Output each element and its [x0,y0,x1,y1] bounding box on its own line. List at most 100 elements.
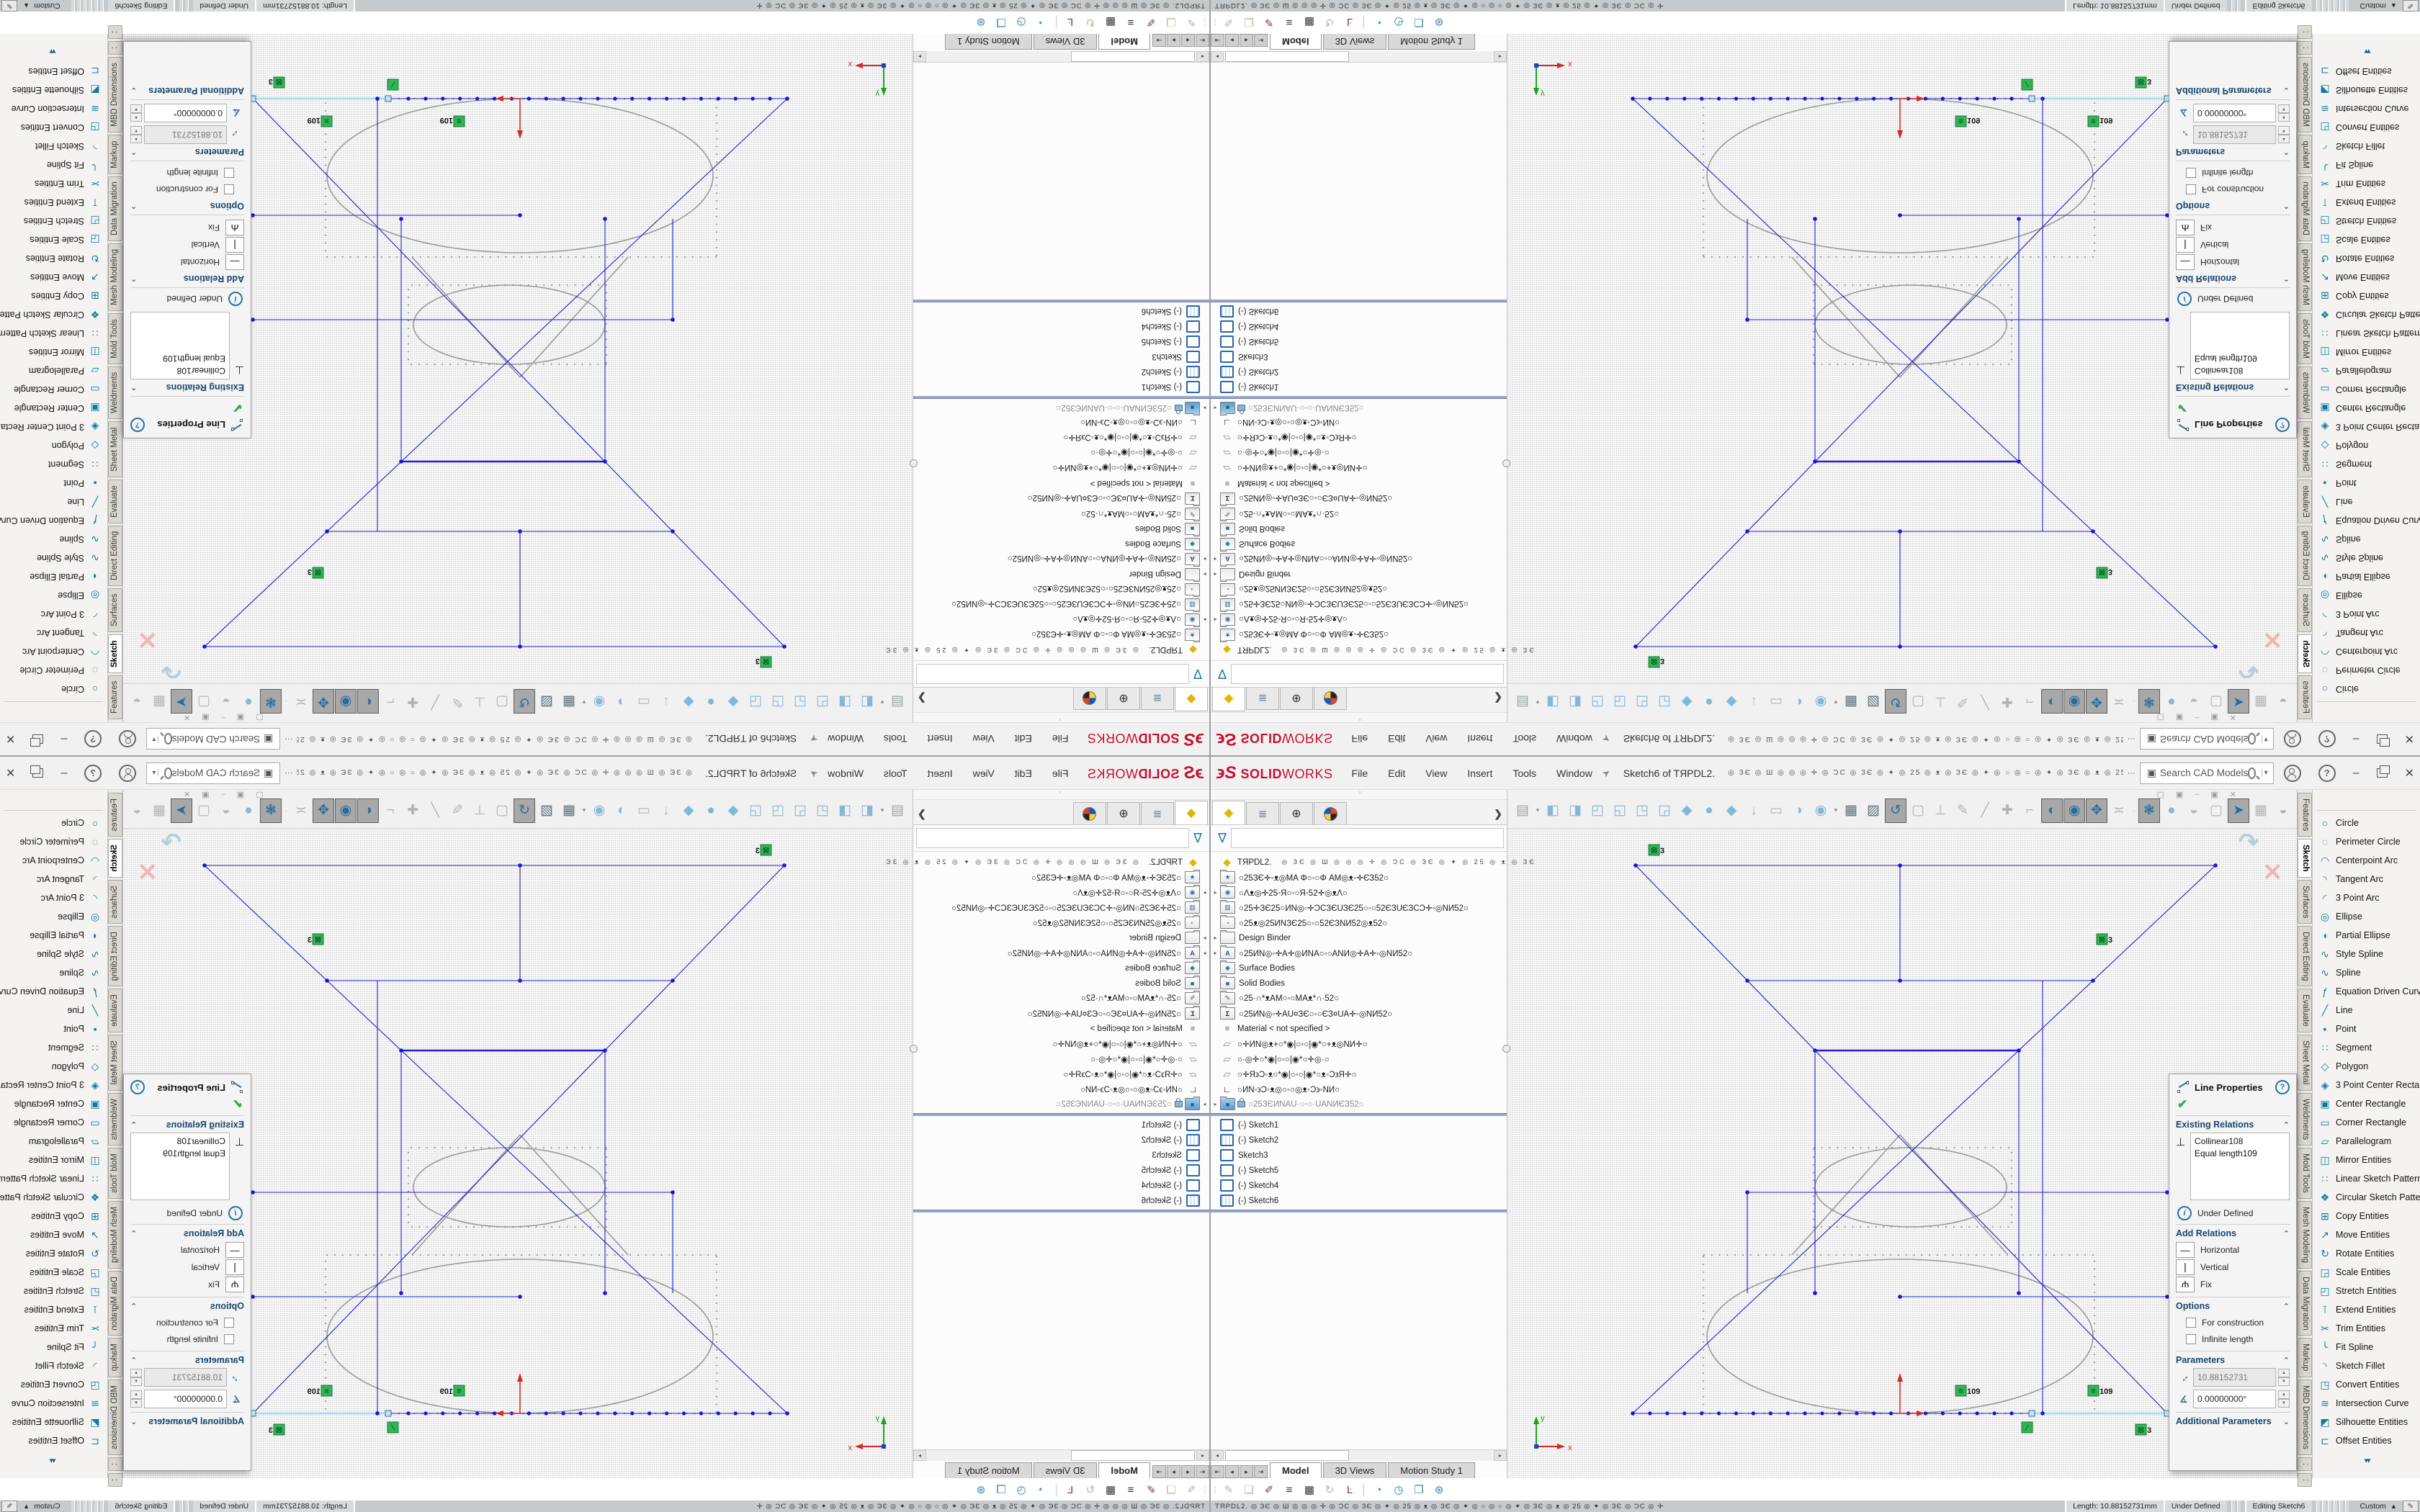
bottom-tool-icon[interactable]: ❏ [1240,1480,1258,1499]
commandmanager-tab[interactable]: Mold Tools [108,313,122,364]
relation-button[interactable]: — [225,254,244,270]
feature-tool-icon[interactable]: ◳ [767,798,789,823]
feature-tool-icon[interactable]: ◑ [1788,798,1809,823]
tree-item[interactable]: ▱ ○✛ИN◎ᴥ+○*◉|○◦○|◉*○+ᴥ◎NИ✛○ [913,1036,1209,1051]
help-icon[interactable]: ? [2318,765,2336,782]
tab-configurationmanager[interactable]: ⊕ [1280,688,1313,710]
feature-tool-icon[interactable]: · [282,798,290,823]
commandmanager-tab[interactable]: : [2298,41,2312,55]
tree-item[interactable]: ▸ Design Binder [1211,930,1507,945]
tree-item[interactable]: ▱ ○·◎✛○*◉|○◦○|◉*○✛◎·○ [913,1051,1209,1066]
bottom-tool-icon[interactable]: ↻ [1320,1480,1339,1499]
view-tool-icon[interactable]: ◒ [2272,798,2294,823]
tool-item[interactable]: ≋ Intersection Curve [0,99,107,118]
bottom-tool-icon[interactable]: ✐ [1142,1480,1160,1499]
scroll-left-icon[interactable]: ◂ [1196,1450,1209,1461]
tool-item[interactable]: ⊏ Offset Entities [0,1431,107,1450]
commandmanager-tab[interactable]: Evaluate [2298,480,2312,523]
commandmanager-tab[interactable]: Weldments [108,366,122,419]
tree-item-sketch[interactable]: Sketch3 [1211,349,1507,364]
tree-item-sketch[interactable]: (-) Sketch1 [913,1117,1209,1133]
relation-button[interactable]: ❘ [2176,1259,2195,1275]
tree-item[interactable]: ▸ ■ ○25ЗЄИNAU·○◦○·UANИЄЗ52○ [913,400,1209,415]
feature-tool-icon[interactable]: ◉ [2063,798,2085,823]
minimize-button[interactable]: – [2353,767,2360,780]
tool-item[interactable]: ⊞ Copy Entities [2313,1207,2420,1225]
tree-item[interactable]: ▸ Design Binder [913,930,1209,945]
tool-item[interactable]: ƒ Equation Driven Curve [0,511,107,530]
feature-tool-icon[interactable]: ╱ [1974,690,1996,714]
feature-tool-icon[interactable]: ● [238,690,259,714]
tree-item-sketch[interactable]: (-) Sketch6 [1211,304,1507,319]
checkbox[interactable] [2186,168,2196,179]
bottom-tool-icon[interactable]: ◔ [1369,1480,1388,1499]
doc-tab-nav-button[interactable]: ▸ [1240,1465,1253,1478]
doc-tab-nav-button[interactable]: ⇤ [1196,1465,1209,1478]
tool-item[interactable]: ◩ Silhouette Entities [0,1413,107,1431]
tool-item[interactable]: ∿ Style Spline [2313,945,2420,963]
scroll-left-icon[interactable]: ◂ [1211,1450,1224,1461]
parameters-header[interactable]: Parameters [2176,147,2225,157]
parameter-field[interactable]: 10.88152731 [144,125,227,144]
relation-badge[interactable]: ⊠3 [269,1424,284,1435]
tree-item[interactable]: ◆ Surface Bodies [913,536,1209,552]
scroll-thumb[interactable] [1071,51,1195,62]
close-button[interactable]: ✕ [2405,766,2414,780]
tool-item[interactable]: ╰ Fit Spline [2313,156,2420,174]
scroll-left-icon[interactable]: ◂ [1196,51,1209,62]
ok-check-icon[interactable]: ✔ [130,400,243,415]
tree-item-sketch[interactable]: (-) Sketch4 [1211,1178,1507,1193]
commandmanager-tab[interactable]: : [108,41,122,55]
commandmanager-tab[interactable]: Sketch [108,839,122,878]
feature-tool-icon[interactable]: ⊥ [469,798,490,823]
rollback-bar[interactable] [1211,396,1507,399]
mdi-control-icon[interactable]: ▣ [202,713,209,722]
feature-tool-icon[interactable]: ▢ [1907,690,1929,714]
bottom-tool-icon[interactable]: ❒ [992,13,1010,32]
feature-tool-icon[interactable]: ❃ [260,690,282,714]
tab-featuremanager-tree[interactable]: ◆ [1175,688,1208,711]
user-account-icon[interactable] [119,765,136,782]
feature-tool-icon[interactable]: ▢ [193,690,215,714]
quick-access-toolbar-glyphs[interactable]: ◎ ЗЄ ◎ Ш ◎ ◎ ◎ ✛ ◎ ƆC ◎ ЗЄ ◎ ✦ ◎ 25 ◎ ᴥ … [297,735,692,743]
restore-button[interactable] [2377,768,2388,778]
tool-item[interactable]: ◝ Tangent Arc [0,870,107,888]
collapse-icon[interactable]: ⌃ [130,1356,137,1365]
relation-badge[interactable]: ≡109 [308,1385,332,1396]
collapse-icon[interactable]: ⌃ [130,1120,137,1130]
tool-item[interactable]: ◜ 3 Point Arc [2313,888,2420,907]
commandmanager-tab[interactable]: Surfaces [2298,588,2312,632]
feature-tool-icon[interactable]: ▨ [1863,690,1884,714]
mdi-control-icon[interactable]: ▣ [2176,713,2183,722]
commandmanager-tab[interactable]: Surfaces [108,880,122,924]
commandmanager-tab[interactable]: Evaluate [108,480,122,523]
bottom-tool-icon[interactable]: ◷ [1389,13,1408,32]
tool-item[interactable]: ◌ Perimeter Circle [2313,661,2420,680]
relation-button[interactable]: — [2176,1242,2195,1258]
doc-tab[interactable]: 3D Views [1034,34,1098,50]
feature-tool-icon[interactable]: ◲ [1654,690,1675,714]
feature-tool-icon[interactable]: · [2130,690,2138,714]
tree-item[interactable]: ≡ Material < not specified > [913,476,1209,491]
doc-tab-nav-button[interactable]: ◂ [1225,1465,1239,1478]
commandmanager-tab[interactable]: Features [2298,793,2312,837]
tree-item[interactable]: ▥ ○25✛ЗЄ25○ИN◎◦✛ƆCЗЄUЗЄ25○◦○52ЄЗUЄЗCƆ✛◦◎… [1211,597,1507,612]
feature-tool-icon[interactable]: ◉ [588,798,610,823]
feature-tool-icon[interactable]: ◳ [1631,798,1653,823]
exit-sketch-icon[interactable]: ↷ [161,829,182,856]
tool-item[interactable]: ◲ Scale Entities [2313,1263,2420,1282]
parameter-field[interactable]: 10.88152731 [144,1368,227,1387]
ok-check-icon[interactable]: ✔ [130,1097,243,1112]
collapse-icon[interactable]: ⌃ [130,202,137,211]
relation-badge[interactable]: ≡109 [1955,116,1980,127]
relation-entry[interactable]: Equal length109 [135,352,225,364]
scroll-left-icon[interactable]: ◂ [1211,51,1224,62]
relation-badge[interactable]: ∕ [2022,79,2033,90]
feature-tool-icon[interactable]: ✥ [313,690,334,714]
feature-tool-icon[interactable]: ▢ [2205,690,2227,714]
quick-access-toolbar-glyphs[interactable]: ◎ ЗЄ ◎ Ш ◎ ◎ ◎ ✛ ◎ ƆC ◎ ЗЄ ◎ ✦ ◎ 25 ◎ ᴥ … [1728,735,2123,743]
tool-item[interactable]: ╱ Line [2313,492,2420,511]
doc-tab-nav-button[interactable]: ⇥ [1152,34,1166,47]
spinner[interactable]: ▲▼ [2278,1390,2290,1408]
search-dropdown-icon[interactable]: ▾ [150,769,158,777]
